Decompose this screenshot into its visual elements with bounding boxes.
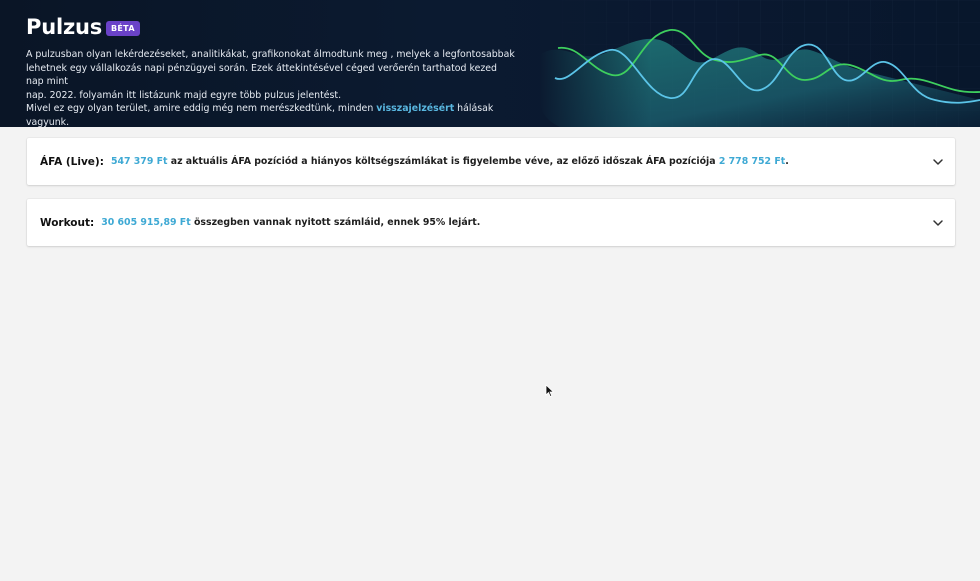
intro-text: A pulzusban olyan lekérdezéseket, analit… bbox=[26, 48, 516, 127]
pulse-wave-graphic bbox=[540, 0, 980, 127]
workout-label: Workout: bbox=[40, 216, 95, 229]
intro-line: nap. 2022. folyamán itt listázunk majd e… bbox=[26, 89, 342, 101]
afa-text-end: . bbox=[785, 156, 789, 167]
intro-line: lehetnek egy vállalkozás napi pénzügyei … bbox=[26, 62, 497, 88]
intro-line: A pulzusban olyan lekérdezéseket, analit… bbox=[26, 49, 515, 60]
workout-summary: 30 605 915,89 Ft összegben vannak nyitot… bbox=[101, 217, 931, 228]
afa-summary: 547 379 Ft az aktuális ÁFA pozíciód a hi… bbox=[111, 156, 931, 167]
afa-previous-amount: 2 778 752 Ft bbox=[718, 156, 786, 167]
afa-live-card[interactable]: ÁFA (Live): 547 379 Ft az aktuális ÁFA p… bbox=[27, 138, 955, 185]
afa-text: az aktuális ÁFA pozíciód a hiányos költs… bbox=[167, 156, 719, 167]
afa-current-amount: 547 379 Ft bbox=[110, 156, 168, 167]
workout-card[interactable]: Workout: 30 605 915,89 Ft összegben vann… bbox=[27, 199, 955, 246]
chevron-down-icon[interactable] bbox=[931, 216, 945, 230]
feedback-prefix: Mivel ez egy olyan terület, amire eddig … bbox=[26, 103, 377, 114]
pulzus-header: Pulzus BÉTA A pulzusban olyan lekérdezés… bbox=[0, 0, 980, 127]
workout-amount: 30 605 915,89 Ft bbox=[101, 217, 191, 228]
chevron-down-icon[interactable] bbox=[931, 155, 945, 169]
feedback-link[interactable]: visszajelzésért bbox=[376, 103, 454, 114]
feedback-line: Mivel ez egy olyan terület, amire eddig … bbox=[26, 102, 516, 127]
mouse-pointer-icon bbox=[545, 384, 555, 398]
afa-label: ÁFA (Live): bbox=[40, 155, 104, 168]
beta-badge: BÉTA bbox=[106, 21, 140, 36]
page-title: Pulzus bbox=[26, 15, 103, 39]
workout-text: összegben vannak nyitott számláid, ennek… bbox=[190, 217, 481, 228]
title-row: Pulzus BÉTA bbox=[26, 15, 140, 39]
